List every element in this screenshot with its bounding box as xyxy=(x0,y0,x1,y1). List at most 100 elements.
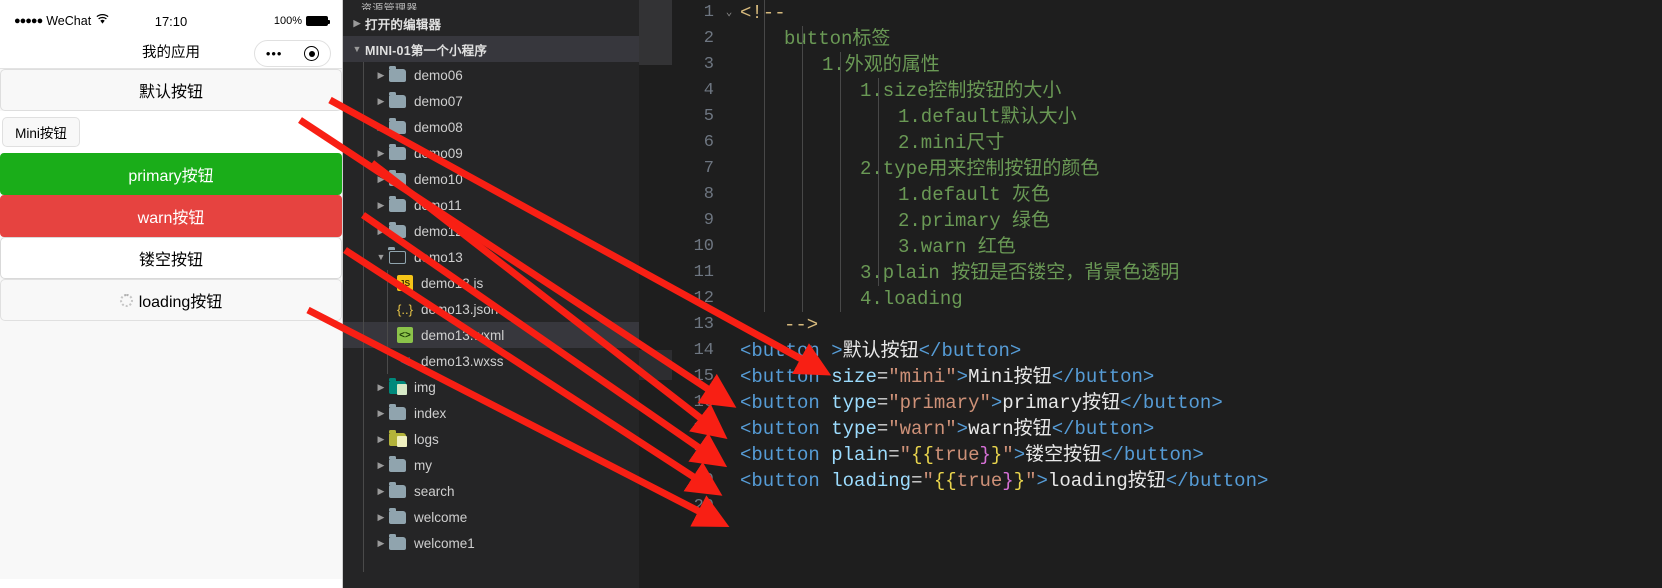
tree-item-label: welcome xyxy=(414,509,468,525)
mustache-open-token: {{ xyxy=(911,444,934,466)
line-content: 1.外观的属性 xyxy=(822,54,940,76)
line-content: 3.warn 红色 xyxy=(898,236,1016,258)
comment-open-token: <!-- xyxy=(740,2,786,24)
tag-token: <button xyxy=(740,418,820,440)
mustache-close-token2: } xyxy=(1013,470,1026,492)
loading-button-label: loading按钮 xyxy=(138,294,223,311)
chevron-right-icon[interactable] xyxy=(373,122,389,133)
tree-item-label: demo11 xyxy=(414,197,462,213)
target-icon[interactable] xyxy=(304,46,320,61)
chevron-right-icon[interactable] xyxy=(373,226,389,237)
status-bar-right: 100% xyxy=(208,15,330,27)
line-number: 9 xyxy=(703,211,714,230)
folder-icon xyxy=(389,507,406,524)
attr-token: type xyxy=(831,418,877,440)
chevron-right-icon[interactable] xyxy=(373,174,389,185)
tree-item-label: demo13 xyxy=(414,249,463,265)
chevron-right-icon[interactable] xyxy=(373,512,389,523)
tree-item-folder[interactable]: demo11 xyxy=(343,192,639,218)
js-file-icon: JS xyxy=(397,275,413,291)
wechat-simulator-panel: ●●●●● WeChat 17:10 100% 我的应用 ••• 默认按钮 Mi… xyxy=(0,0,343,588)
chevron-right-icon[interactable] xyxy=(373,408,389,419)
value-token: "warn" xyxy=(888,418,957,440)
tree-item-folder[interactable]: my xyxy=(343,452,639,478)
tree-item-folder[interactable]: logs xyxy=(343,426,639,452)
wxss-file-icon: ◄ xyxy=(397,352,413,370)
plain-button[interactable]: 镂空按钮 xyxy=(0,237,342,279)
tree-item-label: welcome1 xyxy=(414,535,475,551)
tree-item-folder-demo13[interactable]: demo13 xyxy=(343,244,639,270)
eq-token: = xyxy=(876,418,889,440)
mustache-value-token: true xyxy=(956,470,1003,492)
tree-item-folder[interactable]: index xyxy=(343,400,639,426)
code-line: 15 <button size="mini">Mini按钮</button> xyxy=(672,364,1662,390)
chevron-right-icon[interactable] xyxy=(373,460,389,471)
tree-item-folder[interactable]: demo06 xyxy=(343,62,639,88)
tree-item-label: demo13.wxss xyxy=(421,353,504,369)
tree-item-folder[interactable]: img xyxy=(343,374,639,400)
chevron-right-icon[interactable] xyxy=(373,96,389,107)
chevron-down-icon[interactable] xyxy=(349,44,365,54)
text-token: loading按钮 xyxy=(1047,470,1166,492)
mustache-open-token: {{ xyxy=(933,470,957,492)
mini-button[interactable]: Mini按钮 xyxy=(2,117,80,147)
tree-item-folder[interactable]: demo12 xyxy=(343,218,639,244)
tree-item-folder[interactable]: welcome xyxy=(343,504,639,530)
fold-chevron-icon[interactable]: ⌄ xyxy=(720,0,738,26)
more-menu-icon[interactable]: ••• xyxy=(266,47,283,60)
primary-button[interactable]: primary按钮 xyxy=(0,153,342,195)
code-text-area[interactable]: 1 ⌄ <!-- 2 button标签 3 1.外观的属性 4 1.size控制… xyxy=(672,0,1662,588)
mini-button-row: Mini按钮 xyxy=(0,111,342,153)
code-line: 8 1.default 灰色 xyxy=(672,182,1662,208)
gt-token: > xyxy=(956,418,969,440)
tree-item-folder[interactable]: demo09 xyxy=(343,140,639,166)
mustache-close-token: } xyxy=(1002,470,1014,492)
section-open-editors[interactable]: 打开的编辑器 xyxy=(343,10,639,36)
tree-item-folder[interactable]: demo10 xyxy=(343,166,639,192)
tree-item-label: demo13.json xyxy=(421,301,499,317)
line-content: <button type="primary">primary按钮</button… xyxy=(738,390,1223,416)
indent-guide xyxy=(387,270,388,374)
chevron-right-icon[interactable] xyxy=(373,70,389,81)
indent-guide xyxy=(840,52,841,312)
chevron-right-icon[interactable] xyxy=(373,486,389,497)
warn-button[interactable]: warn按钮 xyxy=(0,195,342,237)
chevron-right-icon[interactable] xyxy=(373,538,389,549)
line-number: 7 xyxy=(703,159,714,178)
tree-item-label: my xyxy=(414,457,432,473)
tree-item-label: logs xyxy=(414,431,439,447)
default-button[interactable]: 默认按钮 xyxy=(0,69,342,111)
tree-item-folder[interactable]: welcome1 xyxy=(343,530,639,556)
line-content: 2.type用来控制按钮的颜色 xyxy=(860,158,1100,180)
json-file-icon: {..} xyxy=(397,301,413,317)
tree-item-folder[interactable]: search xyxy=(343,478,639,504)
line-content: <button >默认按钮</button> xyxy=(738,338,1021,364)
tree-item-folder[interactable]: demo08 xyxy=(343,114,639,140)
chevron-right-icon[interactable] xyxy=(349,18,365,29)
code-editor-panel[interactable]: 1 ⌄ <!-- 2 button标签 3 1.外观的属性 4 1.size控制… xyxy=(639,0,1662,588)
quote-token: " xyxy=(1002,444,1014,466)
gt-token: > xyxy=(1013,444,1026,466)
line-content: <button plain="{{true}}">镂空按钮</button> xyxy=(738,442,1204,468)
explorer-panel-title: 资源管理器 xyxy=(361,3,418,10)
loading-button[interactable]: loading按钮 xyxy=(0,279,342,321)
chevron-right-icon[interactable] xyxy=(373,148,389,159)
code-line: 12 4.loading xyxy=(672,286,1662,312)
close-tag-token: </button> xyxy=(1051,418,1155,440)
close-tag-token: </button> xyxy=(918,340,1022,362)
text-token: 镂空按钮 xyxy=(1025,444,1102,466)
chevron-right-icon[interactable] xyxy=(373,382,389,393)
chevron-down-icon[interactable] xyxy=(373,252,389,262)
chevron-right-icon[interactable] xyxy=(373,200,389,211)
tree-item-folder[interactable]: demo07 xyxy=(343,88,639,114)
code-line: 20 xyxy=(672,494,1662,520)
chevron-right-icon[interactable] xyxy=(373,434,389,445)
code-line: 10 3.warn 红色 xyxy=(672,234,1662,260)
capsule-button-group[interactable]: ••• xyxy=(254,40,331,67)
section-project-root[interactable]: MINI-01第一个小程序 xyxy=(343,36,639,62)
text-token: Mini按钮 xyxy=(968,366,1052,388)
tree-item-label: search xyxy=(414,483,455,499)
folder-icon xyxy=(389,221,406,238)
line-number: 1 xyxy=(703,3,714,22)
section-open-editors-label: 打开的编辑器 xyxy=(365,17,442,32)
